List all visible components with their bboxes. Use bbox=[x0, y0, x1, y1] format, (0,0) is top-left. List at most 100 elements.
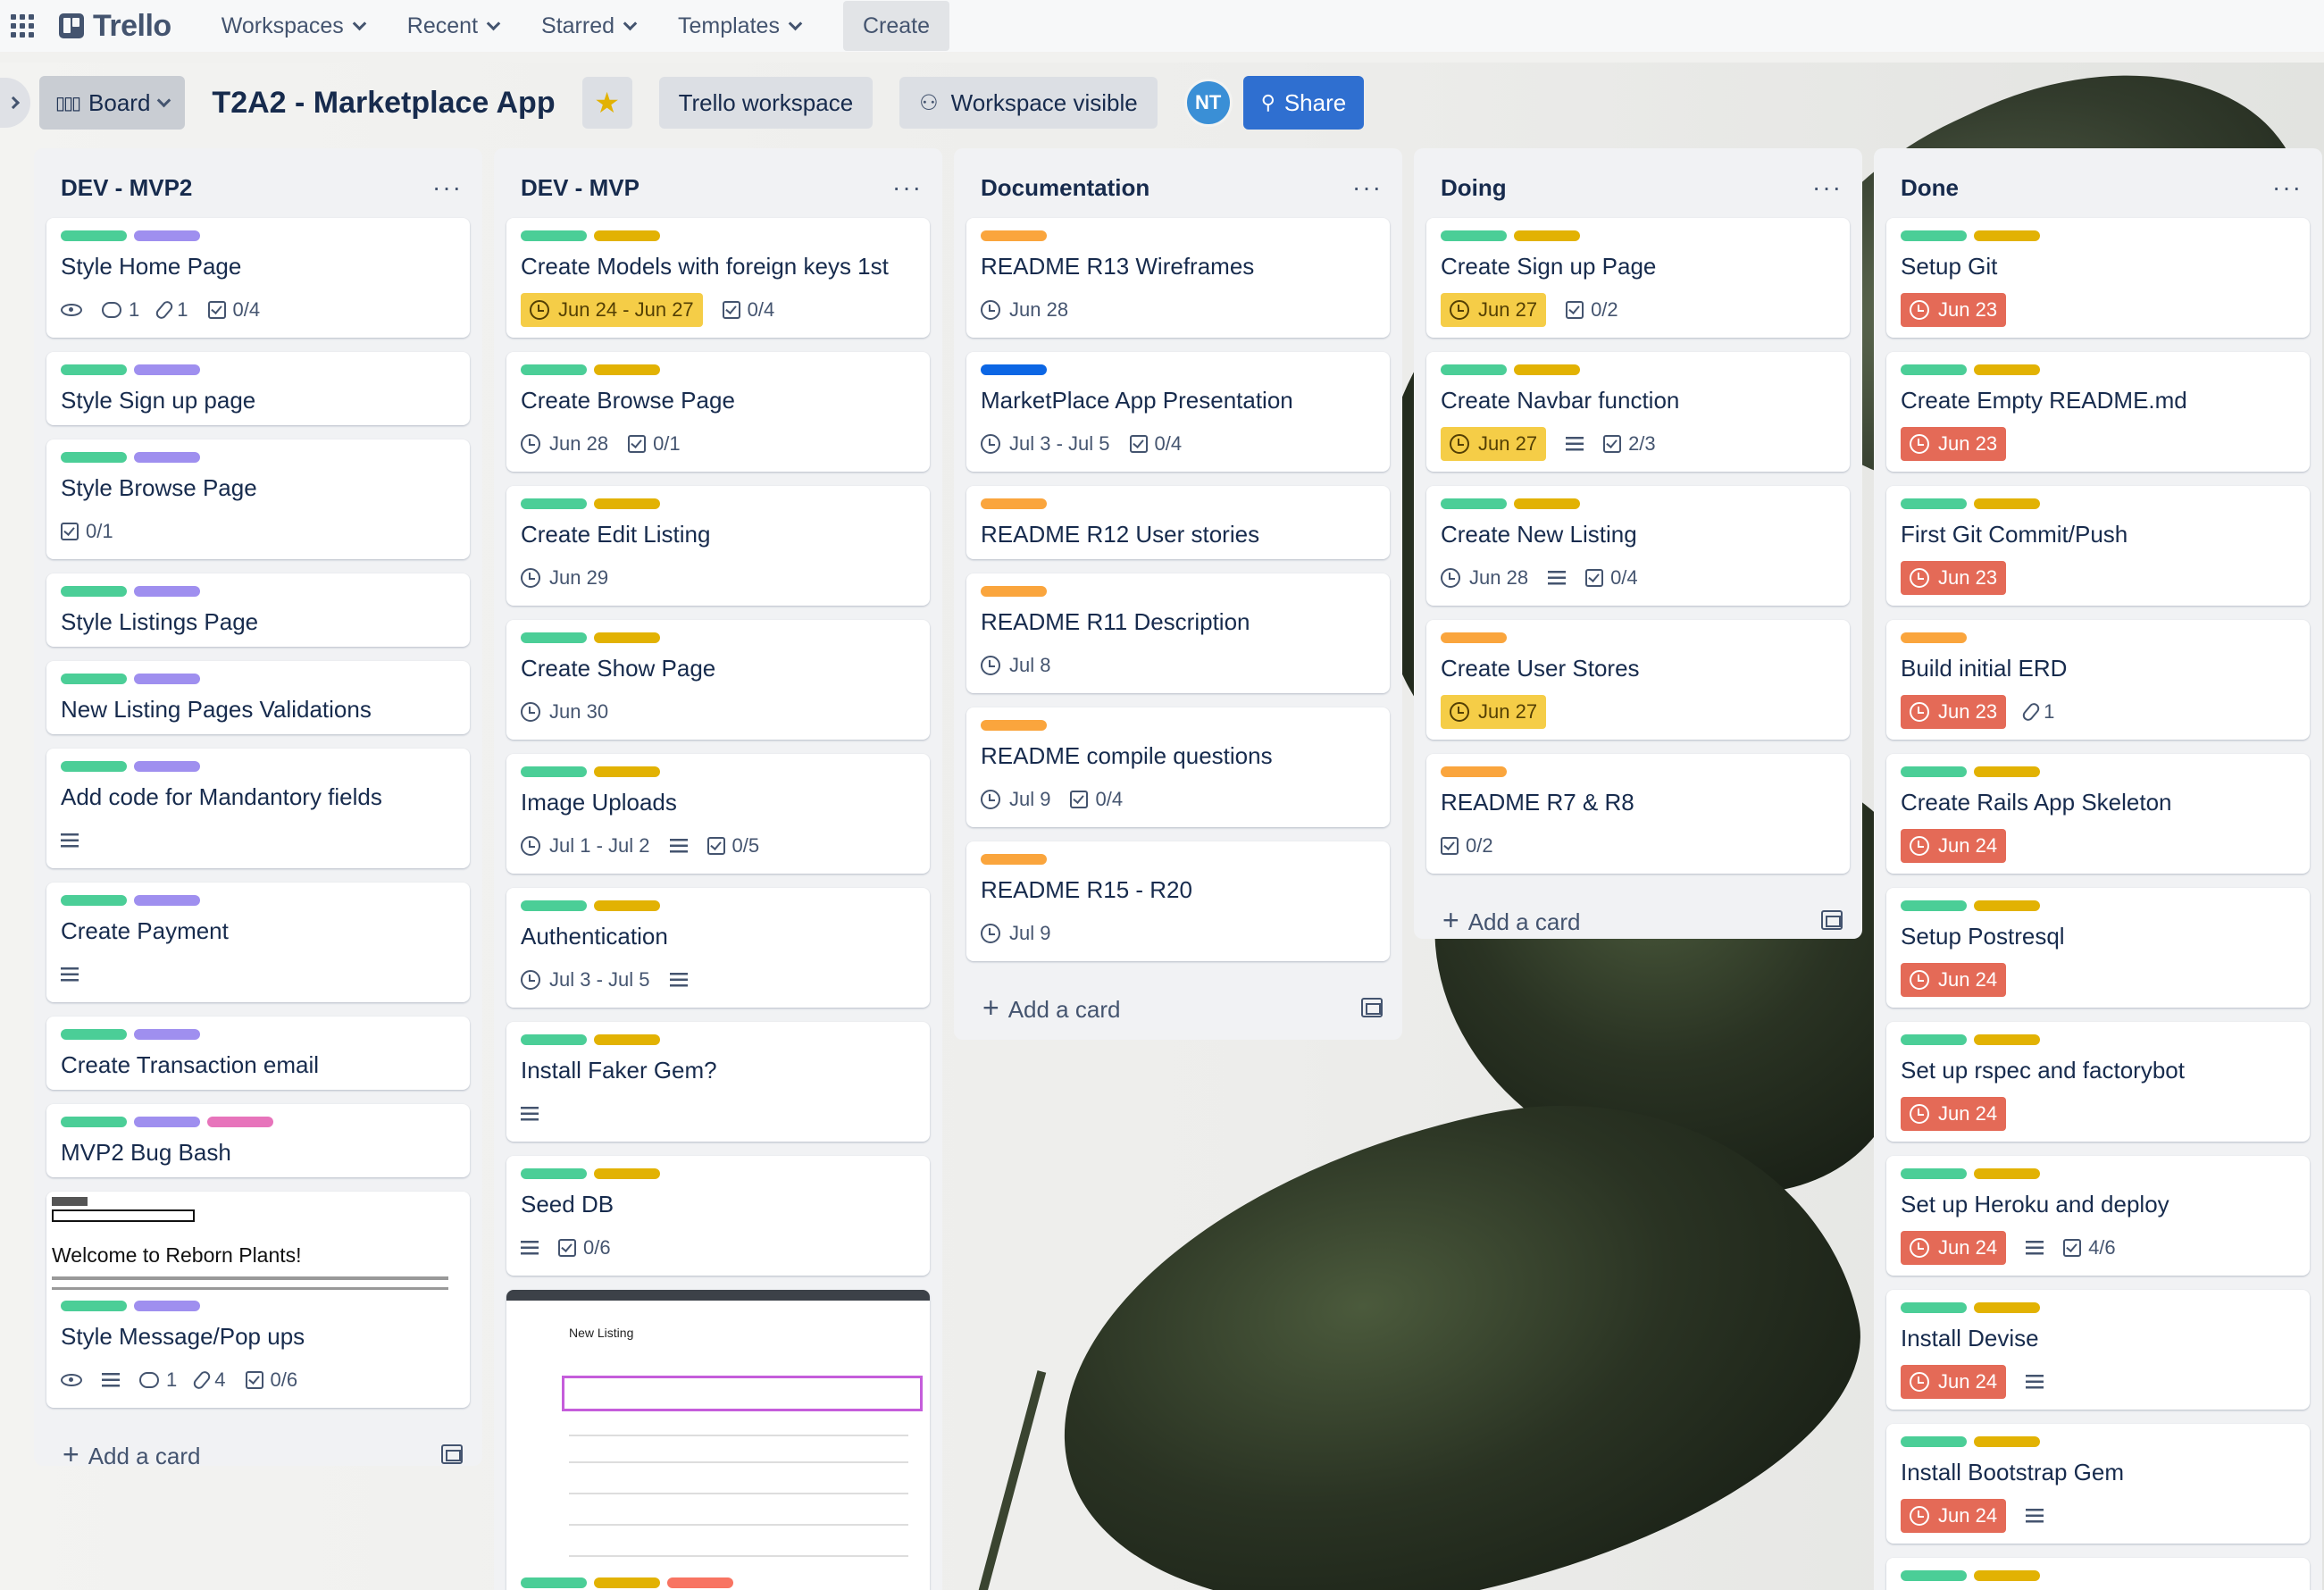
card[interactable]: README R15 - R20 Jul 9 bbox=[966, 841, 1390, 961]
create-from-template-icon[interactable] bbox=[441, 1444, 463, 1464]
card[interactable]: MVP2 Bug Bash bbox=[46, 1104, 470, 1177]
list-title[interactable]: Documentation bbox=[981, 174, 1149, 202]
card[interactable]: README R11 Description Jul 8 bbox=[966, 573, 1390, 693]
label-green[interactable] bbox=[61, 895, 127, 906]
card[interactable]: Set up Heroku and deploy Jun 24 4/6 bbox=[1886, 1156, 2310, 1276]
due-date-badge[interactable]: Jun 27 bbox=[1441, 293, 1547, 327]
label-blue[interactable] bbox=[981, 364, 1047, 375]
label-green[interactable] bbox=[61, 674, 127, 684]
card[interactable]: Style Sign up page bbox=[46, 352, 470, 425]
label-purple[interactable] bbox=[134, 1117, 200, 1127]
sidebar-toggle[interactable] bbox=[0, 78, 30, 128]
card[interactable]: Create User Stores Jun 27 bbox=[1426, 620, 1850, 740]
card[interactable]: Create Home Page bbox=[1886, 1558, 2310, 1590]
list-title[interactable]: Done bbox=[1901, 174, 1959, 202]
label-yellow[interactable] bbox=[594, 364, 660, 375]
card[interactable]: Seed DB 0/6 bbox=[506, 1156, 930, 1276]
label-green[interactable] bbox=[521, 230, 587, 241]
label-yellow[interactable] bbox=[1974, 1570, 2040, 1581]
label-purple[interactable] bbox=[134, 1301, 200, 1311]
card[interactable]: README R7 & R8 0/2 bbox=[1426, 754, 1850, 874]
card[interactable]: Create Transaction email bbox=[46, 1017, 470, 1090]
label-yellow[interactable] bbox=[594, 1577, 660, 1588]
more-options-icon[interactable]: ··· bbox=[1812, 175, 1843, 200]
label-orange[interactable] bbox=[981, 854, 1047, 865]
star-button[interactable]: ★ bbox=[581, 77, 632, 129]
nav-recent[interactable]: Recent bbox=[386, 1, 520, 51]
label-green[interactable] bbox=[521, 1034, 587, 1045]
more-options-icon[interactable]: ··· bbox=[892, 175, 923, 200]
card[interactable]: First Git Commit/Push Jun 23 bbox=[1886, 486, 2310, 606]
card[interactable]: Create Rails App Skeleton Jun 24 bbox=[1886, 754, 2310, 874]
label-yellow[interactable] bbox=[1974, 1034, 2040, 1045]
card[interactable]: Style Browse Page 0/1 bbox=[46, 439, 470, 559]
due-date-badge[interactable]: Jun 29 bbox=[521, 561, 608, 595]
label-green[interactable] bbox=[61, 1301, 127, 1311]
create-button[interactable]: Create bbox=[842, 1, 949, 51]
label-orange[interactable] bbox=[981, 586, 1047, 597]
card[interactable]: README R12 User stories bbox=[966, 486, 1390, 559]
label-yellow[interactable] bbox=[594, 1034, 660, 1045]
card[interactable]: Set up rspec and factorybot Jun 24 bbox=[1886, 1022, 2310, 1142]
card[interactable]: New Listing Pages Validations bbox=[46, 661, 470, 734]
due-date-badge[interactable]: Jun 24 bbox=[1901, 963, 2007, 997]
label-orange[interactable] bbox=[1441, 632, 1507, 643]
label-orange[interactable] bbox=[981, 230, 1047, 241]
label-green[interactable] bbox=[1901, 498, 1967, 509]
more-options-icon[interactable]: ··· bbox=[2272, 175, 2303, 200]
card[interactable]: Create Browse Page Jun 28 0/1 bbox=[506, 352, 930, 472]
label-green[interactable] bbox=[1441, 230, 1507, 241]
label-green[interactable] bbox=[1441, 498, 1507, 509]
due-date-badge[interactable]: Jun 23 bbox=[1901, 427, 2007, 461]
board-view-switcher[interactable]: ▯▯▯ Board bbox=[39, 76, 186, 130]
due-date-badge[interactable]: Jun 28 bbox=[1441, 561, 1528, 595]
nav-workspaces[interactable]: Workspaces bbox=[200, 1, 386, 51]
avatar[interactable]: NT bbox=[1183, 79, 1233, 127]
card[interactable]: Create Sign up Page Jun 27 0/2 bbox=[1426, 218, 1850, 338]
label-purple[interactable] bbox=[134, 452, 200, 463]
label-yellow[interactable] bbox=[1514, 498, 1580, 509]
list-title[interactable]: DEV - MVP2 bbox=[61, 174, 192, 202]
card[interactable]: Create Empty README.md Jun 23 bbox=[1886, 352, 2310, 472]
list-title[interactable]: Doing bbox=[1441, 174, 1507, 202]
due-date-badge[interactable]: Jun 24 bbox=[1901, 1499, 2007, 1533]
label-purple[interactable] bbox=[134, 895, 200, 906]
card[interactable]: README R13 Wireframes Jun 28 bbox=[966, 218, 1390, 338]
label-green[interactable] bbox=[521, 766, 587, 777]
card[interactable]: Install Devise Jun 24 bbox=[1886, 1290, 2310, 1410]
label-green[interactable] bbox=[61, 1117, 127, 1127]
card[interactable]: Install Bootstrap Gem Jun 24 bbox=[1886, 1424, 2310, 1544]
label-purple[interactable] bbox=[134, 674, 200, 684]
card[interactable]: Setup Postresql Jun 24 bbox=[1886, 888, 2310, 1008]
label-green[interactable] bbox=[61, 1029, 127, 1040]
label-yellow[interactable] bbox=[594, 1168, 660, 1179]
label-yellow[interactable] bbox=[594, 632, 660, 643]
label-orange[interactable] bbox=[1901, 632, 1967, 643]
label-orange[interactable] bbox=[981, 720, 1047, 731]
label-green[interactable] bbox=[521, 900, 587, 911]
label-green[interactable] bbox=[1901, 1302, 1967, 1313]
due-date-badge[interactable]: Jun 24 - Jun 27 bbox=[521, 293, 703, 327]
label-green[interactable] bbox=[1901, 230, 1967, 241]
due-date-badge[interactable]: Jul 3 - Jul 5 bbox=[521, 963, 650, 997]
card[interactable]: Create Edit Listing Jun 29 bbox=[506, 486, 930, 606]
label-yellow[interactable] bbox=[594, 900, 660, 911]
due-date-badge[interactable]: Jun 23 bbox=[1901, 293, 2007, 327]
label-yellow[interactable] bbox=[594, 230, 660, 241]
label-yellow[interactable] bbox=[1514, 230, 1580, 241]
more-options-icon[interactable]: ··· bbox=[1352, 175, 1383, 200]
label-yellow[interactable] bbox=[1974, 1168, 2040, 1179]
label-orange[interactable] bbox=[1441, 766, 1507, 777]
label-orange[interactable] bbox=[981, 498, 1047, 509]
nav-starred[interactable]: Starred bbox=[520, 1, 656, 51]
label-green[interactable] bbox=[521, 364, 587, 375]
card[interactable]: Setup Git Jun 23 bbox=[1886, 218, 2310, 338]
label-purple[interactable] bbox=[134, 230, 200, 241]
card[interactable]: Style Listings Page bbox=[46, 573, 470, 647]
add-card-button[interactable]: + Add a card bbox=[46, 1422, 470, 1466]
card[interactable]: Build initial ERD Jun 23 1 bbox=[1886, 620, 2310, 740]
card[interactable]: Image Uploads Jul 1 - Jul 2 0/5 bbox=[506, 754, 930, 874]
label-green[interactable] bbox=[1901, 766, 1967, 777]
card[interactable]: Create Show Page Jun 30 bbox=[506, 620, 930, 740]
card[interactable]: Create New Listing Jun 28 0/4 bbox=[1426, 486, 1850, 606]
